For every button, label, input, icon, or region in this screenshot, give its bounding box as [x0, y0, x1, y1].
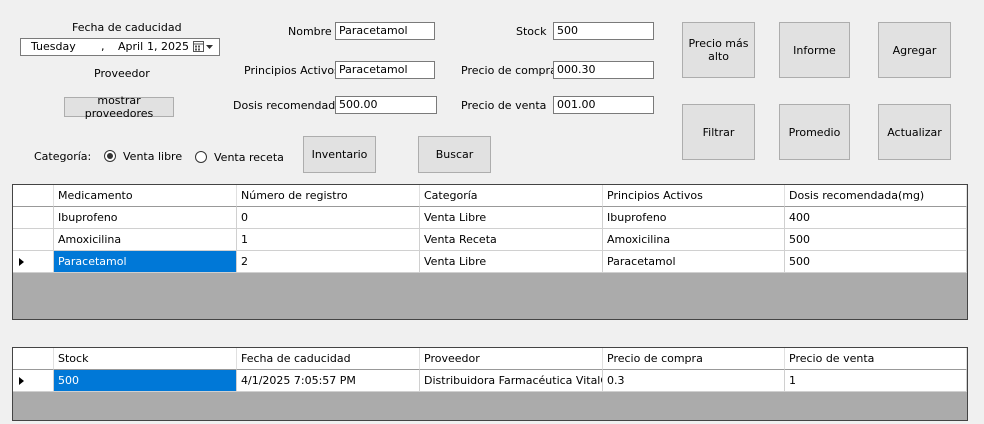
promedio-button[interactable]: Promedio — [779, 104, 850, 160]
table-row[interactable]: 500 4/1/2025 7:05:57 PM Distribuidora Fa… — [13, 370, 967, 392]
column-header[interactable]: Precio de compra — [603, 348, 785, 370]
venta-libre-label[interactable]: Venta libre — [123, 150, 182, 163]
table-cell[interactable]: Venta Receta — [420, 229, 603, 251]
dosis-input[interactable]: 500.00 — [335, 96, 437, 114]
table-cell[interactable]: 2 — [237, 251, 420, 273]
medicines-grid[interactable]: Medicamento Número de registro Categoría… — [12, 184, 968, 320]
table-cell[interactable]: Venta Libre — [420, 251, 603, 273]
dosis-label: Dosis recomendada — [233, 99, 342, 112]
table-cell[interactable]: 1 — [237, 229, 420, 251]
date-weekday[interactable]: Tuesday — [31, 39, 76, 55]
column-header[interactable]: Número de registro — [237, 185, 420, 207]
venta-receta-label[interactable]: Venta receta — [214, 151, 284, 164]
row-header-current[interactable] — [13, 370, 54, 392]
column-header[interactable]: Categoría — [420, 185, 603, 207]
table-cell[interactable]: 500 — [785, 229, 967, 251]
precio-mas-alto-button[interactable]: Precio más alto — [682, 22, 755, 78]
provider-label: Proveedor — [94, 67, 150, 80]
column-header[interactable]: Proveedor — [420, 348, 603, 370]
column-header[interactable]: Stock — [54, 348, 237, 370]
nombre-input[interactable]: Paracetamol — [335, 22, 435, 40]
precio-venta-label: Precio de venta — [461, 99, 547, 112]
stock-grid[interactable]: Stock Fecha de caducidad Proveedor Preci… — [12, 347, 968, 421]
table-cell[interactable]: Amoxicilina — [603, 229, 785, 251]
date-day-year[interactable]: 1, 2025 — [147, 39, 189, 55]
row-header-corner — [13, 348, 54, 370]
column-header[interactable]: Precio de venta — [785, 348, 967, 370]
stock-grid-header: Stock Fecha de caducidad Proveedor Preci… — [13, 348, 967, 370]
column-header[interactable]: Principios Activos — [603, 185, 785, 207]
table-cell[interactable]: Ibuprofeno — [603, 207, 785, 229]
medicines-grid-header: Medicamento Número de registro Categoría… — [13, 185, 967, 207]
precio-venta-input[interactable]: 001.00 — [553, 96, 654, 114]
actualizar-button[interactable]: Actualizar — [878, 104, 951, 160]
stock-label: Stock — [516, 25, 547, 38]
inventario-button[interactable]: Inventario — [303, 136, 376, 173]
row-header-corner — [13, 185, 54, 207]
table-cell[interactable]: 0 — [237, 207, 420, 229]
table-cell[interactable]: 1 — [785, 370, 967, 392]
table-cell[interactable]: 4/1/2025 7:05:57 PM — [237, 370, 420, 392]
expiry-date-label: Fecha de caducidad — [72, 21, 182, 34]
table-row[interactable]: Paracetamol 2 Venta Libre Paracetamol 50… — [13, 251, 967, 273]
row-header[interactable] — [13, 207, 54, 229]
table-cell[interactable]: Paracetamol — [603, 251, 785, 273]
current-row-arrow-icon — [19, 258, 24, 266]
principios-input[interactable]: Paracetamol — [335, 61, 435, 79]
buscar-button[interactable]: Buscar — [418, 136, 491, 173]
show-providers-button[interactable]: mostrar proveedores — [64, 94, 174, 120]
precio-compra-input[interactable]: 000.30 — [553, 61, 654, 79]
table-cell[interactable]: Amoxicilina — [54, 229, 237, 251]
informe-button[interactable]: Informe — [779, 22, 850, 78]
calendar-dropdown-icon[interactable] — [193, 41, 215, 58]
radio-venta-libre[interactable] — [104, 150, 116, 162]
table-cell[interactable]: 500 — [785, 251, 967, 273]
table-row[interactable]: Ibuprofeno 0 Venta Libre Ibuprofeno 400 — [13, 207, 967, 229]
category-label: Categoría: — [34, 150, 92, 163]
row-header[interactable] — [13, 229, 54, 251]
table-cell[interactable]: Distribuidora Farmacéutica VitalCare — [420, 370, 603, 392]
nombre-label: Nombre — [288, 25, 332, 38]
row-header-current[interactable] — [13, 251, 54, 273]
column-header[interactable]: Medicamento — [54, 185, 237, 207]
agregar-button[interactable]: Agregar — [878, 22, 951, 78]
table-cell[interactable]: 0.3 — [603, 370, 785, 392]
column-header[interactable]: Dosis recomendada(mg) — [785, 185, 967, 207]
table-cell[interactable]: Venta Libre — [420, 207, 603, 229]
filtrar-button[interactable]: Filtrar — [682, 104, 755, 160]
date-month[interactable]: April — [118, 39, 143, 55]
precio-compra-label: Precio de compra — [461, 64, 557, 77]
table-cell-selected[interactable]: 500 — [54, 370, 237, 392]
column-header[interactable]: Fecha de caducidad — [237, 348, 420, 370]
table-cell[interactable]: 400 — [785, 207, 967, 229]
radio-venta-receta[interactable] — [195, 151, 207, 163]
stock-input[interactable]: 500 — [553, 22, 654, 40]
table-cell[interactable]: Ibuprofeno — [54, 207, 237, 229]
table-row[interactable]: Amoxicilina 1 Venta Receta Amoxicilina 5… — [13, 229, 967, 251]
expiry-date-picker[interactable]: Tuesday , April 1, 2025 — [20, 38, 220, 56]
date-separator: , — [101, 40, 105, 53]
principios-label: Principios Activos — [244, 64, 340, 77]
table-cell-selected[interactable]: Paracetamol — [54, 251, 237, 273]
current-row-arrow-icon — [19, 377, 24, 385]
